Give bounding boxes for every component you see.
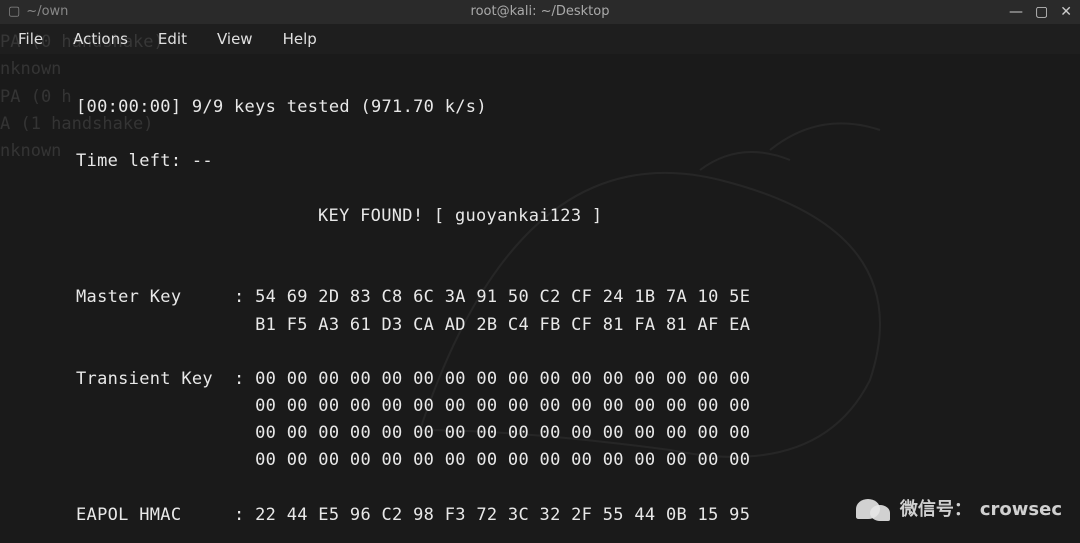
line-key-found: KEY FOUND! [ guoyankai123 ] — [76, 206, 602, 226]
transient-key-label: Transient Key : — [76, 369, 255, 389]
transient-key-line-1: 00 00 00 00 00 00 00 00 00 00 00 00 00 0… — [255, 369, 761, 389]
minimize-button[interactable]: — — [1009, 1, 1023, 23]
transient-key-line-4: 00 00 00 00 00 00 00 00 00 00 00 00 00 0… — [76, 450, 761, 470]
watermark: 微信号： crowsec — [856, 495, 1062, 525]
wechat-icon — [856, 495, 892, 525]
watermark-value: crowsec — [980, 496, 1062, 525]
window-controls: — ▢ ✕ — [1009, 1, 1072, 23]
terminal-tab-icon: ▢ — [8, 2, 20, 23]
title-tab-text: ~/own — [26, 2, 68, 23]
menu-edit[interactable]: Edit — [144, 23, 201, 55]
eapol-hmac-line-1: 22 44 E5 96 C2 98 F3 72 3C 32 2F 55 44 0… — [255, 505, 761, 525]
terminal-output[interactable]: [00:00:00] 9/9 keys tested (971.70 k/s) … — [0, 54, 1080, 529]
menu-help[interactable]: Help — [269, 23, 331, 55]
eapol-hmac-label: EAPOL HMAC : — [76, 505, 255, 525]
menu-actions[interactable]: Actions — [59, 23, 142, 55]
master-key-line-1: 54 69 2D 83 C8 6C 3A 91 50 C2 CF 24 1B 7… — [255, 287, 761, 307]
line-time-left: Time left: -- — [76, 151, 213, 171]
maximize-button[interactable]: ▢ — [1035, 1, 1048, 23]
transient-key-line-2: 00 00 00 00 00 00 00 00 00 00 00 00 00 0… — [76, 396, 761, 416]
transient-key-line-3: 00 00 00 00 00 00 00 00 00 00 00 00 00 0… — [76, 423, 761, 443]
title-bar-left: ▢ ~/own — [8, 2, 68, 23]
line-keys-tested: [00:00:00] 9/9 keys tested (971.70 k/s) — [76, 97, 487, 117]
master-key-label: Master Key : — [76, 287, 255, 307]
window-title: root@kali: ~/Desktop — [471, 2, 610, 23]
master-key-line-2: B1 F5 A3 61 D3 CA AD 2B C4 FB CF 81 FA 8… — [76, 315, 761, 335]
close-button[interactable]: ✕ — [1060, 1, 1072, 23]
title-bar: ▢ ~/own root@kali: ~/Desktop — ▢ ✕ — [0, 0, 1080, 24]
watermark-label: 微信号： — [900, 496, 972, 525]
menu-bar: File Actions Edit View Help — [0, 24, 1080, 54]
menu-file[interactable]: File — [4, 23, 57, 55]
menu-view[interactable]: View — [203, 23, 267, 55]
